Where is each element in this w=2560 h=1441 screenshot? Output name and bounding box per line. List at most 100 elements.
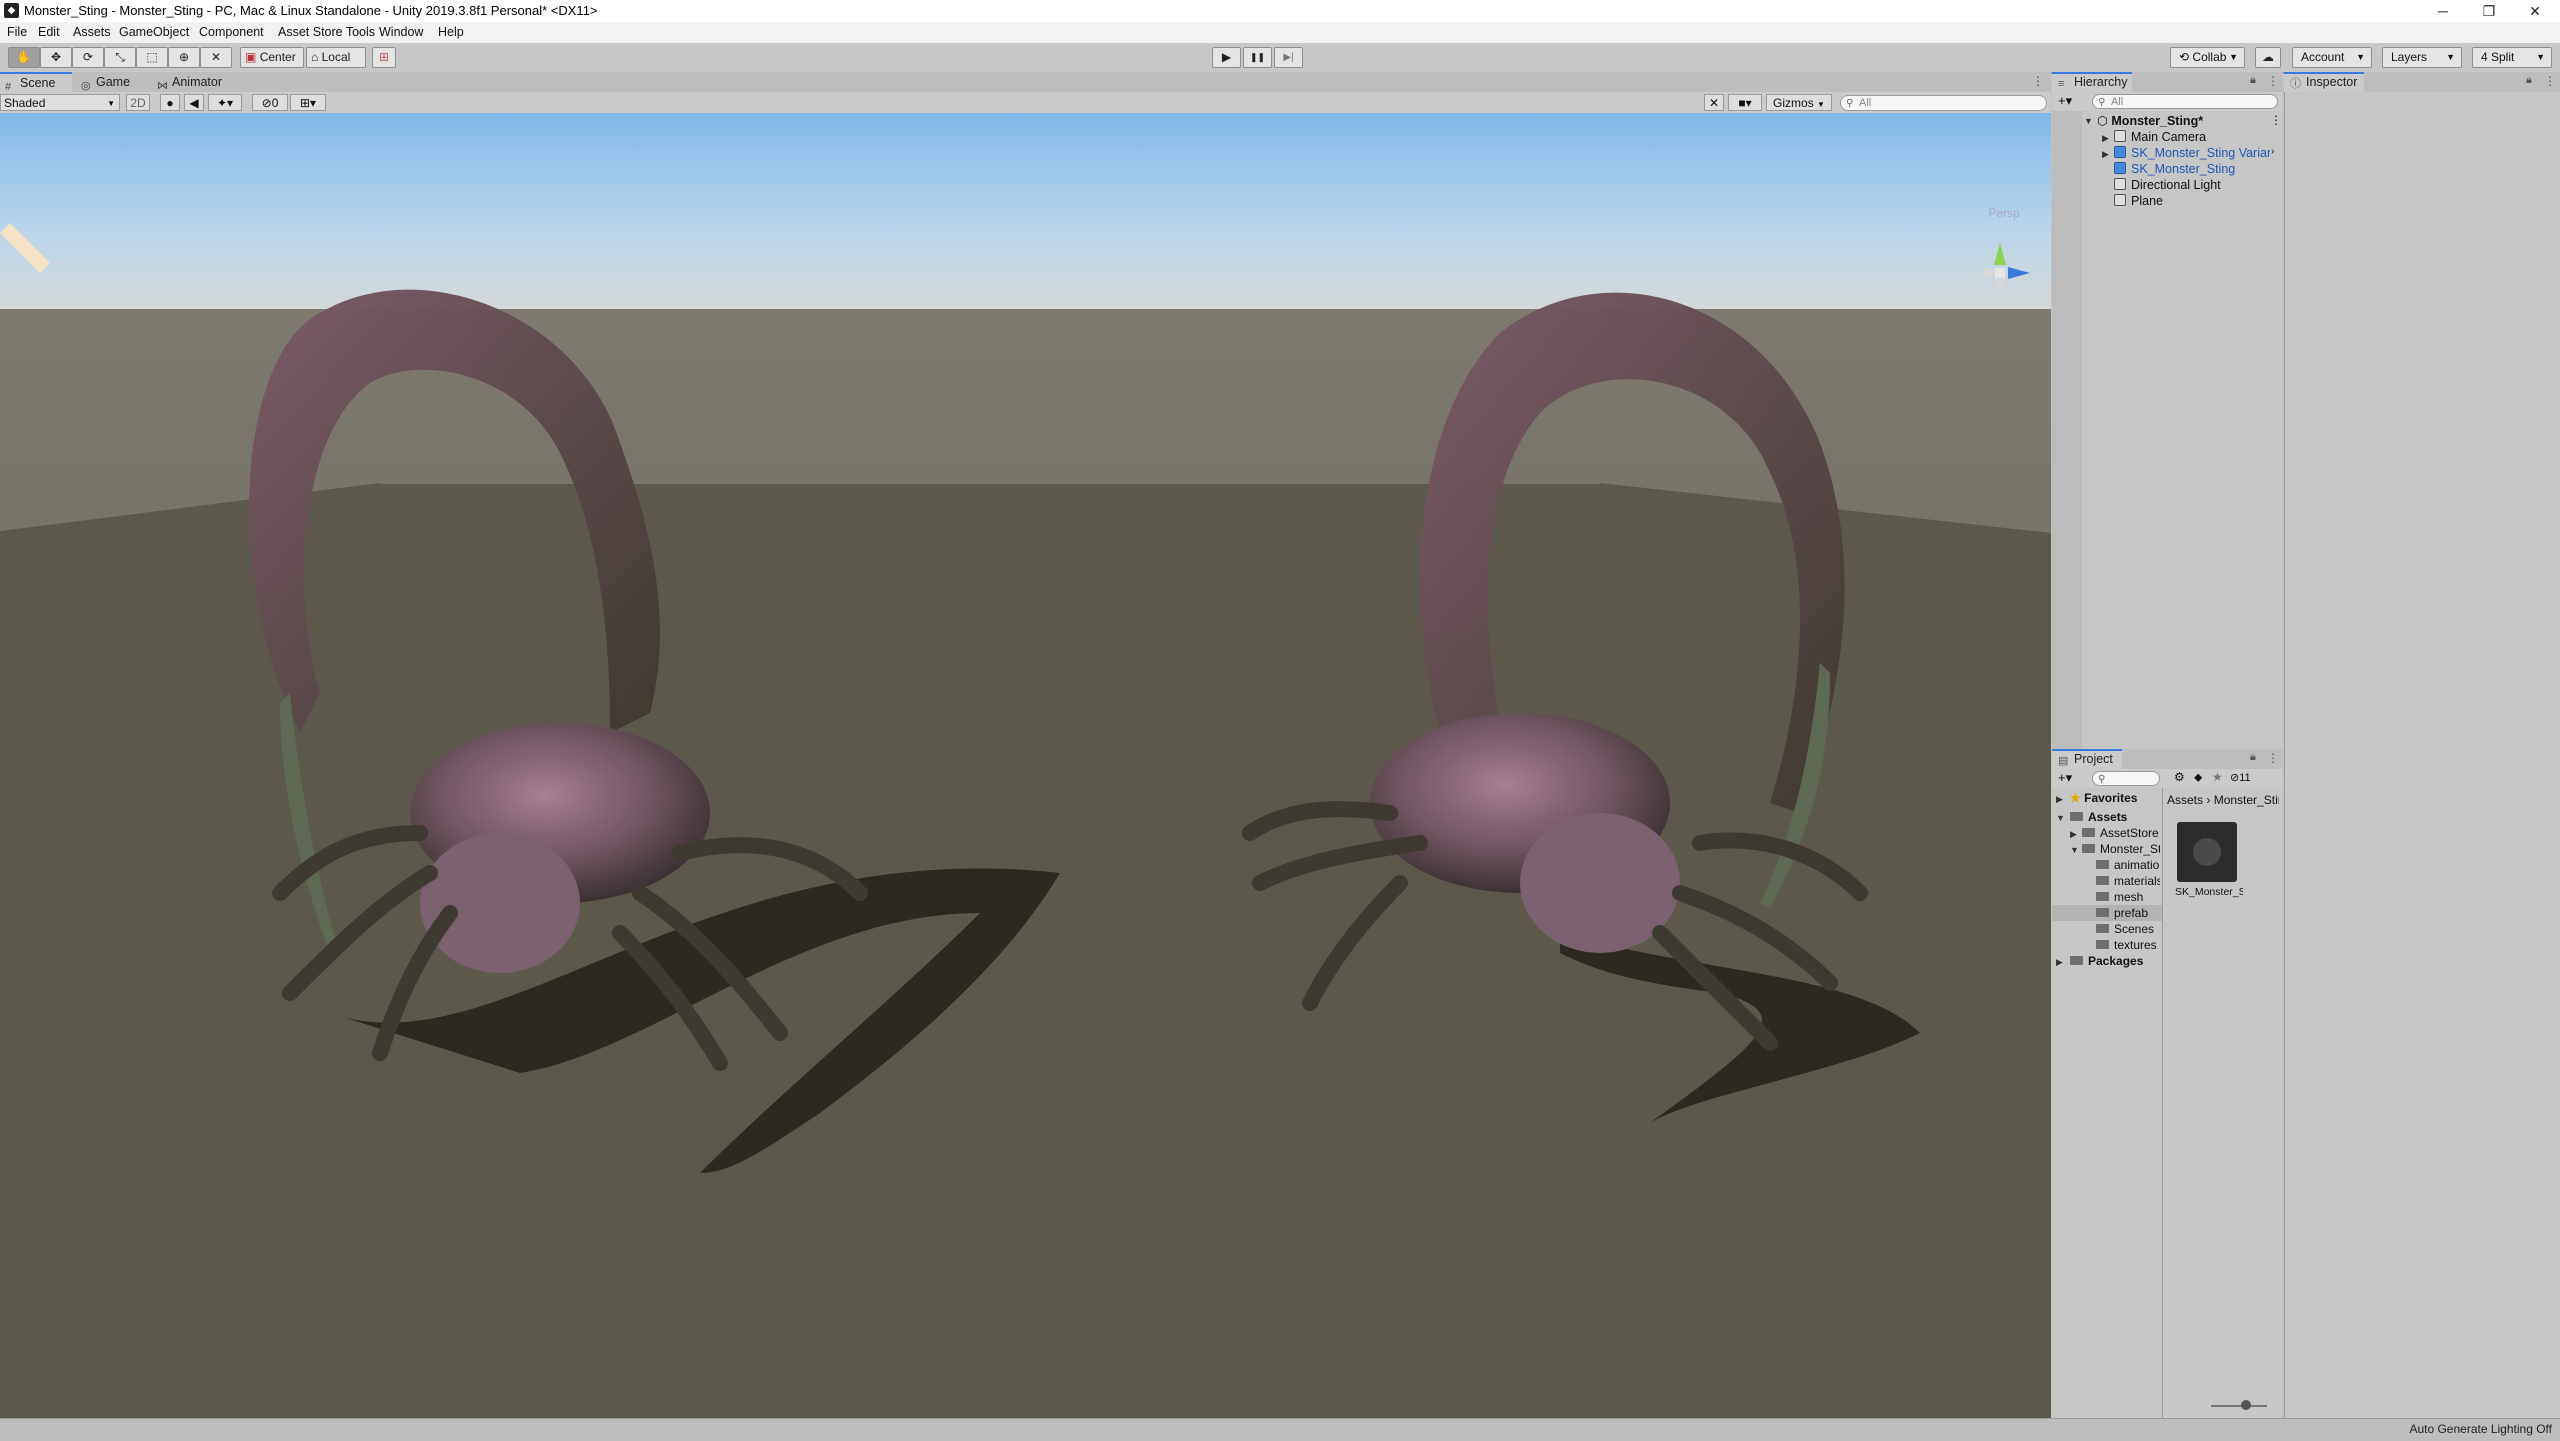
layout-dropdown[interactable]: 4 Split ▼ [2472,47,2552,68]
expand-arrow-icon[interactable]: ▶ [2102,133,2109,144]
2d-toggle-button[interactable]: 2D [126,94,150,111]
kebab-menu-icon[interactable]: ⋮ [2267,751,2279,765]
tab-inspector[interactable]: ⓘ Inspector [2284,72,2364,92]
lock-icon[interactable]: 🔒︎ [2250,751,2256,764]
star-icon[interactable]: ★ [2212,770,2223,784]
tab-project[interactable]: ▤ Project [2052,749,2122,769]
camera-dropdown[interactable]: ■▾ [1728,94,1762,111]
scene-search-input[interactable]: ⚲ All [1840,95,2047,111]
packages-folder[interactable]: Packages [2070,953,2143,969]
tab-animator[interactable]: ⋈ Animator [152,72,242,92]
move-tool-button[interactable]: ✥ [40,47,72,68]
close-button[interactable]: ✕ [2512,0,2558,22]
breadcrumb-folder[interactable]: Monster_Sting [2214,793,2279,807]
favorites-item[interactable]: ★ Favorites [2070,790,2137,806]
hierarchy-item[interactable]: Main Camera [2114,129,2206,145]
audio-toggle[interactable]: ◀ [184,94,204,111]
gizmos-dropdown[interactable]: Gizmos ▼ [1766,94,1832,111]
expand-arrow-icon[interactable]: ▶ [2056,957,2063,968]
lighting-toggle[interactable]: ● [160,94,180,111]
zoom-slider-track[interactable] [2211,1405,2267,1407]
effects-dropdown[interactable]: ✦▾ [208,94,242,111]
folder-item[interactable]: AssetStore [2082,825,2160,841]
folder-item-selected[interactable]: prefab [2096,905,2160,921]
search-icon: ⚲ [2098,774,2106,785]
layers-dropdown[interactable]: Layers ▼ [2382,47,2462,68]
menu-asset-store-tools[interactable]: Asset Store Tools [278,25,375,39]
hidden-objects-toggle[interactable]: ⊘0 [252,94,288,111]
lock-icon[interactable]: 🔒︎ [2250,74,2256,87]
inspector-body [2284,92,2560,1418]
hierarchy-item[interactable]: Plane [2114,193,2163,209]
hand-tool-button[interactable]: ✋ [8,47,40,68]
grid-dropdown[interactable]: ⊞▾ [290,94,326,111]
kebab-menu-icon[interactable]: ⋮ [2544,74,2556,88]
collab-dropdown[interactable]: ⟲ Collab ▼ [2170,47,2245,68]
expand-arrow-icon[interactable]: ▶ [2070,829,2077,840]
hierarchy-item[interactable]: SK_Monster_Sting [2114,161,2235,177]
menu-edit[interactable]: Edit [38,25,60,39]
local-icon: ⌂ [311,50,319,64]
rect-tool-button[interactable]: ⬚ [136,47,168,68]
account-dropdown[interactable]: Account ▼ [2292,47,2372,68]
menu-help[interactable]: Help [438,25,464,39]
scale-tool-button[interactable]: ⤡ [104,47,136,68]
folder-item[interactable]: textures [2096,937,2160,953]
expand-arrow-icon[interactable]: ▼ [2056,813,2065,823]
expand-arrow-icon[interactable]: ▶ [2102,149,2109,160]
chevron-right-icon[interactable]: › [2271,146,2274,157]
hierarchy-item[interactable]: SK_Monster_Sting Variant [2114,145,2270,161]
folder-item[interactable]: materials [2096,873,2160,889]
persp-label: Persp [1988,206,2020,220]
pivot-center-button[interactable]: ▣ Center [240,47,304,68]
restore-button[interactable]: ❐ [2466,0,2512,22]
zoom-slider-thumb[interactable] [2241,1400,2251,1410]
menu-assets[interactable]: Assets [73,25,111,39]
prefab-thumbnail[interactable] [2177,822,2237,882]
hierarchy-item[interactable]: Directional Light [2114,177,2221,193]
menu-component[interactable]: Component [199,25,264,39]
menu-file[interactable]: File [7,25,27,39]
tab-hierarchy[interactable]: ≡ Hierarchy [2052,72,2132,92]
rotate-tool-button[interactable]: ⟳ [72,47,104,68]
scene-viewport[interactable]: Persp [0,113,2051,1418]
assets-folder[interactable]: Assets [2070,809,2127,825]
menu-bar: File Edit Assets GameObject Component As… [0,22,2560,43]
shading-mode-dropdown[interactable]: Shaded ▼ [0,94,120,111]
create-button[interactable]: +▾ [2058,93,2072,109]
tools-toggle[interactable]: ✕ [1704,94,1724,111]
folder-item[interactable]: Monster_Sting [2082,841,2160,857]
kebab-menu-icon[interactable]: ⋮ [2267,74,2279,88]
step-button[interactable]: ▶| [1274,47,1303,68]
lock-icon[interactable]: 🔒︎ [2526,74,2532,87]
pause-button[interactable]: ❚❚ [1243,47,1272,68]
minimize-button[interactable]: ─ [2420,0,2466,22]
folder-item[interactable]: Scenes [2096,921,2160,937]
project-asset-grid: Assets › Monster_Sting SK_Monster_Sting [2163,788,2282,1418]
kebab-menu-icon[interactable]: ⋮ [2270,113,2282,127]
custom-tool-button[interactable]: ✕ [200,47,232,68]
tab-game[interactable]: ◎ Game [76,72,148,92]
expand-arrow-icon[interactable]: ▶ [2056,794,2063,805]
menu-gameobject[interactable]: GameObject [119,25,189,39]
transform-tool-button[interactable]: ⊕ [168,47,200,68]
label-icon[interactable]: ⬥ [2194,770,2202,785]
kebab-menu-icon[interactable]: ⋮ [2032,74,2044,88]
scene-root[interactable]: ⬡ Monster_Sting* [2097,113,2203,129]
folder-item[interactable]: mesh [2096,889,2160,905]
hierarchy-search-input[interactable]: ⚲ All [2092,94,2278,109]
filter-type-icon[interactable]: ⚙ [2174,770,2185,784]
expand-arrow-icon[interactable]: ▼ [2084,116,2093,126]
expand-arrow-icon[interactable]: ▼ [2070,845,2079,855]
menu-window[interactable]: Window [379,25,423,39]
tab-scene[interactable]: # Scene [0,72,72,93]
create-button[interactable]: +▾ [2058,770,2072,786]
play-button[interactable]: ▶ [1212,47,1241,68]
cloud-button[interactable]: ☁ [2255,47,2281,68]
project-search-input[interactable]: ⚲ [2092,771,2160,786]
folder-item[interactable]: animation [2096,857,2160,873]
breadcrumb-assets[interactable]: Assets [2167,793,2203,807]
hidden-packages-toggle[interactable]: ⊘11 [2230,771,2251,784]
pivot-local-button[interactable]: ⌂ Local [306,47,366,68]
snap-button[interactable]: ⊞ [372,47,396,68]
